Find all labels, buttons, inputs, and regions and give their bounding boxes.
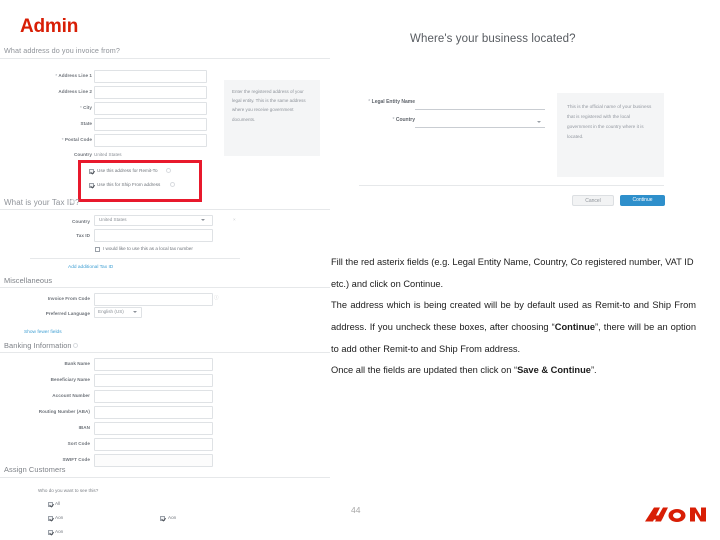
input-iban[interactable] <box>94 422 213 435</box>
red-highlight-box <box>78 160 202 202</box>
chevron-down-icon-language[interactable] <box>133 311 137 313</box>
divider-footer <box>359 185 664 186</box>
field-label-sort-code: Sort Code <box>67 441 90 446</box>
field-label-tax-id: Tax ID <box>76 233 90 238</box>
field-label-swift-code: SWIFT Code <box>62 457 90 462</box>
input-sort-code[interactable] <box>94 438 213 451</box>
checkbox-assign-aon-2[interactable] <box>160 516 165 521</box>
field-label-beneficiary-name: Beneficiary Name <box>50 377 90 382</box>
tax-question: What is your Tax ID? <box>4 198 80 207</box>
value-tax-country: United States <box>99 217 127 222</box>
divider-address <box>0 58 330 59</box>
field-label-preferred-language: Preferred Language <box>45 311 90 316</box>
field-label-bank-name: Bank Name <box>64 361 90 366</box>
input-tax-id[interactable] <box>94 229 213 242</box>
legal-entity-help-box: This is the official name of your busine… <box>557 93 664 177</box>
chevron-down-icon-tax-country[interactable] <box>201 219 205 221</box>
input-swift-code[interactable] <box>94 454 213 467</box>
address-help-box: Enter the registered address of your leg… <box>224 80 320 156</box>
input-state[interactable] <box>94 118 207 131</box>
banking-heading: Banking Information <box>4 341 72 350</box>
assign-customers-heading: Assign Customers <box>4 465 66 474</box>
instructions-block: Fill the red asterix fields (e.g. Legal … <box>331 252 696 382</box>
remove-tax-row-icon[interactable]: × <box>233 217 236 222</box>
input-invoice-from-code[interactable] <box>94 293 213 306</box>
field-label-routing-number: Routing Number (ABA) <box>38 409 90 414</box>
checkbox-label-ship-from: Use this for Ship From address <box>97 182 161 187</box>
checkbox-assign-aon-3[interactable] <box>48 530 53 535</box>
divider-assign <box>0 477 330 478</box>
business-location-title: Where's your business located? <box>410 33 576 45</box>
field-label-city: * City <box>79 105 92 110</box>
checkbox-label-remit-to: Use this address for Remit-To <box>97 168 158 173</box>
field-label-invoice-from-code: Invoice From Code <box>47 296 90 301</box>
instruction-paragraph-2: The address which is being created will … <box>331 300 696 354</box>
instruction-paragraph-3: Once all the fields are updated then cli… <box>331 365 597 376</box>
field-label-state: State <box>80 121 92 126</box>
input-postal-code[interactable] <box>94 134 207 147</box>
field-label-tax-country: Country <box>72 219 90 224</box>
aon-logo <box>644 503 706 527</box>
page-number: 44 <box>351 505 361 515</box>
divider-tax-rows <box>30 258 240 259</box>
info-icon-banking[interactable] <box>73 343 78 348</box>
right-screenshot-pane: Where's your business located? * Legal E… <box>345 25 705 225</box>
checkbox-use-ship-from[interactable] <box>89 183 94 188</box>
show-fewer-fields-link[interactable]: Show fewer fields <box>24 330 62 335</box>
field-label-iban: IBAN <box>78 425 90 430</box>
field-label-address-line-1: * Address Line 1 <box>55 73 92 78</box>
add-additional-tax-id-link[interactable]: Add additional Tax ID <box>68 265 113 270</box>
input-routing-number[interactable] <box>94 406 213 419</box>
input-address-line-2[interactable] <box>94 86 207 99</box>
left-screenshot-pane: Admin What address do you invoice from? … <box>0 10 330 540</box>
input-city[interactable] <box>94 102 207 115</box>
field-label-legal-entity-name: * Legal Entity Name <box>368 99 415 105</box>
field-label-address-line-2: Address Line 2 <box>58 89 92 94</box>
divider-misc <box>0 287 330 288</box>
info-icon-ship-from[interactable] <box>170 182 175 187</box>
checkbox-assign-all[interactable] <box>48 502 53 507</box>
checkbox-label-assign-all: All <box>55 501 61 506</box>
chevron-down-icon-business-country[interactable] <box>537 121 541 123</box>
misc-heading: Miscellaneous <box>4 276 53 285</box>
divider-banking <box>0 352 330 353</box>
page-title: Admin <box>20 16 79 37</box>
assign-customers-question: Who do you want to see this? <box>38 488 99 493</box>
instruction-paragraph-1: Fill the red asterix fields (e.g. Legal … <box>331 257 694 289</box>
value-preferred-language: English (US) <box>98 309 124 314</box>
input-bank-name[interactable] <box>94 358 213 371</box>
address-question: What address do you invoice from? <box>4 46 120 55</box>
checkbox-use-address-remit-to[interactable] <box>89 169 94 174</box>
input-address-line-1[interactable] <box>94 70 207 83</box>
select-business-country[interactable] <box>415 113 545 128</box>
checkbox-label-assign-aon-1: Aon <box>55 515 64 520</box>
info-icon-remit-to[interactable] <box>166 168 171 173</box>
input-account-number[interactable] <box>94 390 213 403</box>
field-label-postal-code: * Postal Code <box>61 137 92 142</box>
field-label-business-country: * Country <box>392 117 415 123</box>
info-icon-tax[interactable] <box>70 199 75 204</box>
checkbox-label-assign-aon-2: Aon <box>168 515 177 520</box>
input-legal-entity-name[interactable] <box>415 95 545 110</box>
field-label-account-number: Account Number <box>52 393 90 398</box>
checkbox-assign-aon-1[interactable] <box>48 516 53 521</box>
checkbox-local-tax-number[interactable] <box>95 247 100 252</box>
field-label-country: Country <box>74 152 92 157</box>
value-country: United States <box>94 152 122 157</box>
checkbox-label-assign-aon-3: Aon <box>55 529 64 534</box>
input-beneficiary-name[interactable] <box>94 374 213 387</box>
continue-button[interactable]: Continue <box>620 195 665 206</box>
info-icon-invoice-from-code[interactable]: ⓘ <box>214 295 219 301</box>
divider-tax <box>0 209 330 210</box>
checkbox-label-local-tax-number: I would like to use this as a local tax … <box>103 246 193 251</box>
cancel-button[interactable]: Cancel <box>572 195 614 206</box>
